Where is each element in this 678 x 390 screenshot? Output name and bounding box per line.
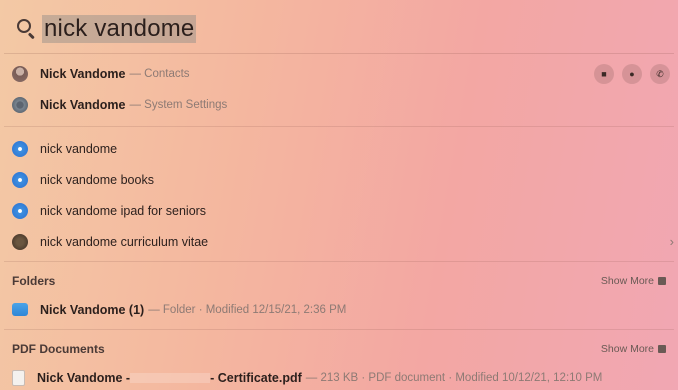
result-title: Nick Vandome (1): [40, 302, 145, 317]
section-header: Folders Show More: [4, 268, 674, 294]
result-title: Nick Vandome: [40, 66, 126, 81]
result-subtitle: — System Settings: [129, 98, 228, 111]
safari-icon: [12, 140, 28, 157]
show-more-button[interactable]: Show More: [601, 275, 666, 287]
message-icon[interactable]: ●: [622, 64, 642, 84]
result-contact[interactable]: Nick Vandome — Contacts ■ ● ✆: [4, 58, 674, 89]
show-more-button[interactable]: Show More: [601, 343, 666, 355]
suggestion-item[interactable]: nick vandome books: [4, 164, 674, 195]
safari-icon: [12, 171, 28, 188]
suggestion-text: nick vandome ipad for seniors: [40, 203, 207, 218]
suggestions-section: nick vandome nick vandome books nick van…: [4, 127, 674, 262]
video-call-icon[interactable]: ■: [594, 64, 614, 84]
result-system-settings[interactable]: Nick Vandome — System Settings: [4, 89, 674, 120]
section-header: PDF Documents Show More: [4, 336, 674, 362]
result-subtitle: — 213 KB · PDF document · Modified 10/12…: [305, 371, 603, 384]
safari-icon: [12, 202, 28, 219]
suggestion-item[interactable]: nick vandome curriculum vitae ›: [4, 226, 674, 257]
suggestion-text: nick vandome curriculum vitae: [40, 234, 209, 249]
result-subtitle: — Contacts: [129, 67, 190, 80]
pdf-item[interactable]: Nick Vandome - - Certificate.pdf — 213 K…: [4, 362, 674, 386]
result-title: Nick Vandome -: [37, 370, 131, 385]
result-subtitle: — Folder · Modified 12/15/21, 2:36 PM: [148, 303, 347, 316]
pdf-file-icon: [12, 369, 25, 386]
spotlight-window: nick vandome Nick Vandome — Contacts ■ ●…: [4, 4, 674, 386]
folder-item[interactable]: Nick Vandome (1) — Folder · Modified 12/…: [4, 294, 674, 325]
section-title: PDF Documents: [12, 342, 105, 356]
folders-section: Folders Show More Nick Vandome (1) — Fol…: [4, 262, 674, 330]
show-more-icon: [658, 345, 666, 353]
pdf-section: PDF Documents Show More Nick Vandome - -…: [4, 330, 674, 386]
folder-icon: [12, 303, 28, 316]
section-title: Folders: [12, 274, 56, 288]
show-more-icon: [658, 277, 666, 285]
phone-icon[interactable]: ✆: [650, 64, 670, 84]
search-icon: [16, 18, 38, 40]
books-icon: [12, 233, 28, 250]
suggestion-item[interactable]: nick vandome: [4, 133, 674, 164]
result-title-end: - Certificate.pdf: [210, 370, 302, 385]
search-bar[interactable]: nick vandome: [4, 4, 674, 54]
suggestion-text: nick vandome books: [40, 172, 154, 187]
settings-icon: [12, 96, 28, 113]
search-input[interactable]: nick vandome: [42, 14, 197, 43]
contact-icon: [12, 65, 28, 82]
contact-actions: ■ ● ✆: [594, 64, 670, 84]
top-hits-section: Nick Vandome — Contacts ■ ● ✆ Nick Vando…: [4, 54, 674, 127]
result-title: Nick Vandome: [40, 97, 126, 112]
suggestion-text: nick vandome: [40, 141, 118, 156]
chevron-right-icon[interactable]: ›: [670, 234, 674, 249]
suggestion-item[interactable]: nick vandome ipad for seniors: [4, 195, 674, 226]
redacted-text: [130, 372, 211, 383]
